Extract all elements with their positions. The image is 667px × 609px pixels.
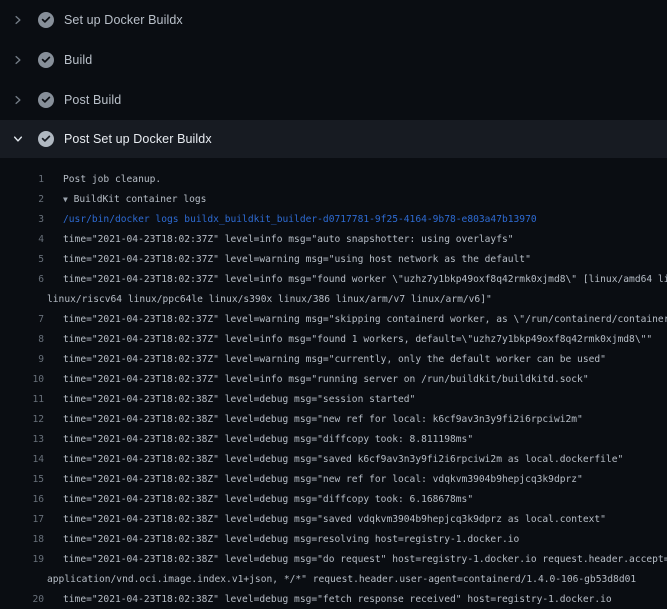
check-circle-icon bbox=[38, 131, 54, 147]
log-text: time="2021-04-23T18:02:38Z" level=debug … bbox=[47, 394, 415, 405]
line-number[interactable]: 14 bbox=[0, 454, 44, 465]
log-line: 19 time="2021-04-23T18:02:38Z" level=deb… bbox=[0, 549, 667, 569]
log-line: 17 time="2021-04-23T18:02:38Z" level=deb… bbox=[0, 509, 667, 529]
log-text: time="2021-04-23T18:02:37Z" level=warnin… bbox=[47, 254, 531, 265]
line-number[interactable]: 19 bbox=[0, 554, 44, 565]
log-text: ▼ BuildKit container logs bbox=[47, 194, 206, 205]
log-line: 7 time="2021-04-23T18:02:37Z" level=warn… bbox=[0, 309, 667, 329]
log-text: time="2021-04-23T18:02:38Z" level=debug … bbox=[47, 414, 583, 425]
log-text: time="2021-04-23T18:02:38Z" level=debug … bbox=[47, 494, 473, 505]
line-number[interactable]: 7 bbox=[0, 314, 44, 325]
step-section-label: Post Build bbox=[64, 93, 121, 107]
log-line: application/vnd.oci.image.index.v1+json,… bbox=[0, 569, 667, 589]
line-number[interactable]: 16 bbox=[0, 494, 44, 505]
line-number[interactable]: 8 bbox=[0, 334, 44, 345]
log-line: 8 time="2021-04-23T18:02:37Z" level=info… bbox=[0, 329, 667, 349]
log-text: time="2021-04-23T18:02:38Z" level=debug … bbox=[47, 534, 519, 545]
line-number[interactable]: 6 bbox=[0, 274, 44, 285]
log-text: time="2021-04-23T18:02:37Z" level=info m… bbox=[47, 234, 514, 245]
line-number[interactable]: 20 bbox=[0, 594, 44, 605]
check-circle-icon bbox=[38, 12, 54, 28]
log-line: 11 time="2021-04-23T18:02:38Z" level=deb… bbox=[0, 389, 667, 409]
log-text: application/vnd.oci.image.index.v1+json,… bbox=[47, 574, 636, 585]
line-number[interactable]: 12 bbox=[0, 414, 44, 425]
step-section-set-up-docker-buildx[interactable]: Set up Docker Buildx bbox=[0, 0, 667, 40]
log-line: 1 Post job cleanup. bbox=[0, 169, 667, 189]
log-line: 20 time="2021-04-23T18:02:38Z" level=deb… bbox=[0, 589, 667, 609]
chevron-right-icon bbox=[12, 14, 26, 26]
log-text: time="2021-04-23T18:02:38Z" level=debug … bbox=[47, 554, 667, 565]
line-number[interactable]: 3 bbox=[0, 214, 44, 225]
log-line: 18 time="2021-04-23T18:02:38Z" level=deb… bbox=[0, 529, 667, 549]
log-text: time="2021-04-23T18:02:38Z" level=debug … bbox=[47, 474, 583, 485]
log-text: time="2021-04-23T18:02:37Z" level=warnin… bbox=[47, 314, 667, 325]
workflow-log-panel: Set up Docker Buildx Build Post Build bbox=[0, 0, 667, 609]
log-text: linux/riscv64 linux/ppc64le linux/s390x … bbox=[47, 294, 492, 305]
log-line: 6 time="2021-04-23T18:02:37Z" level=info… bbox=[0, 269, 667, 289]
log-text: Post job cleanup. bbox=[47, 174, 161, 185]
step-section-label: Build bbox=[64, 53, 92, 67]
step-section-post-build[interactable]: Post Build bbox=[0, 80, 667, 120]
log-text: time="2021-04-23T18:02:37Z" level=info m… bbox=[47, 374, 589, 385]
line-number[interactable]: 4 bbox=[0, 234, 44, 245]
line-number[interactable]: 18 bbox=[0, 534, 44, 545]
log-text: time="2021-04-23T18:02:37Z" level=info m… bbox=[47, 334, 652, 345]
step-section-label: Set up Docker Buildx bbox=[64, 13, 183, 27]
line-number[interactable]: 15 bbox=[0, 474, 44, 485]
log-line: 4 time="2021-04-23T18:02:37Z" level=info… bbox=[0, 229, 667, 249]
log-text: time="2021-04-23T18:02:38Z" level=debug … bbox=[47, 454, 623, 465]
log-line: 9 time="2021-04-23T18:02:37Z" level=warn… bbox=[0, 349, 667, 369]
log-line: 15 time="2021-04-23T18:02:38Z" level=deb… bbox=[0, 469, 667, 489]
log-text: time="2021-04-23T18:02:38Z" level=debug … bbox=[47, 514, 606, 525]
check-circle-icon bbox=[38, 92, 54, 108]
step-section-build[interactable]: Build bbox=[0, 40, 667, 80]
step-sections: Set up Docker Buildx Build Post Build bbox=[0, 0, 667, 158]
log-text: time="2021-04-23T18:02:38Z" level=debug … bbox=[47, 594, 612, 605]
log-line: 12 time="2021-04-23T18:02:38Z" level=deb… bbox=[0, 409, 667, 429]
log-line: 5 time="2021-04-23T18:02:37Z" level=warn… bbox=[0, 249, 667, 269]
line-number[interactable]: 10 bbox=[0, 374, 44, 385]
log-line: linux/riscv64 linux/ppc64le linux/s390x … bbox=[0, 289, 667, 309]
log-line: 14 time="2021-04-23T18:02:38Z" level=deb… bbox=[0, 449, 667, 469]
step-section-post-set-up-docker-buildx[interactable]: Post Set up Docker Buildx bbox=[0, 120, 667, 158]
line-number[interactable]: 1 bbox=[0, 174, 44, 185]
log-line: 10 time="2021-04-23T18:02:37Z" level=inf… bbox=[0, 369, 667, 389]
log-lines: 1 Post job cleanup. 2 ▼ BuildKit contain… bbox=[0, 158, 667, 609]
log-text: /usr/bin/docker logs buildx_buildkit_bui… bbox=[47, 214, 537, 225]
step-section-label: Post Set up Docker Buildx bbox=[64, 132, 212, 146]
chevron-right-icon bbox=[12, 94, 26, 106]
line-number[interactable]: 13 bbox=[0, 434, 44, 445]
log-line: 13 time="2021-04-23T18:02:38Z" level=deb… bbox=[0, 429, 667, 449]
log-text: time="2021-04-23T18:02:37Z" level=info m… bbox=[47, 274, 667, 285]
log-line: 2 ▼ BuildKit container logs bbox=[0, 189, 667, 209]
line-number[interactable]: 11 bbox=[0, 394, 44, 405]
log-line: 16 time="2021-04-23T18:02:38Z" level=deb… bbox=[0, 489, 667, 509]
check-circle-icon bbox=[38, 52, 54, 68]
log-text: time="2021-04-23T18:02:37Z" level=warnin… bbox=[47, 354, 606, 365]
log-line: 3 /usr/bin/docker logs buildx_buildkit_b… bbox=[0, 209, 667, 229]
line-number[interactable]: 17 bbox=[0, 514, 44, 525]
line-number[interactable]: 5 bbox=[0, 254, 44, 265]
log-text: time="2021-04-23T18:02:38Z" level=debug … bbox=[47, 434, 473, 445]
line-number[interactable]: 9 bbox=[0, 354, 44, 365]
chevron-right-icon bbox=[12, 54, 26, 66]
line-number[interactable]: 2 bbox=[0, 194, 44, 205]
chevron-down-icon bbox=[12, 133, 26, 145]
log-group-toggle-icon[interactable]: ▼ bbox=[63, 195, 68, 204]
